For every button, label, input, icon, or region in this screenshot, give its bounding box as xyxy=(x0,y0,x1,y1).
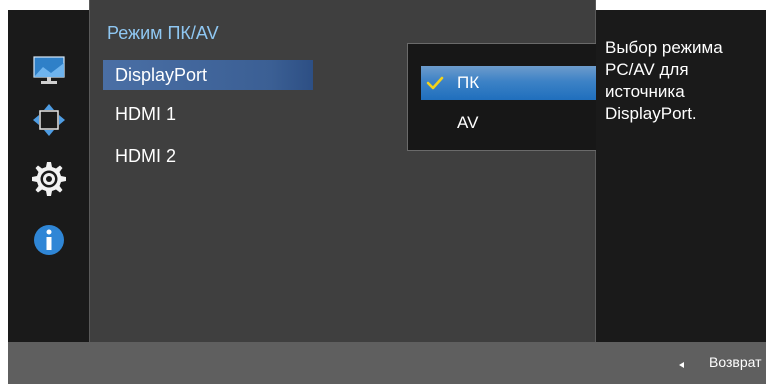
menu-item-hdmi-1[interactable]: HDMI 1 xyxy=(103,99,313,129)
menu-item-label: DisplayPort xyxy=(115,65,208,85)
size-position-icon[interactable] xyxy=(31,102,67,138)
option-label: AV xyxy=(457,113,479,132)
help-description: Выбор режима PC/AV для источника Display… xyxy=(605,38,723,123)
help-panel: Выбор режима PC/AV для источника Display… xyxy=(596,10,766,342)
menu-item-label: HDMI 1 xyxy=(115,104,177,124)
info-icon[interactable] xyxy=(31,222,67,258)
navigation-hint-bar: Возврат xyxy=(8,342,766,384)
settings-gear-icon[interactable] xyxy=(31,161,67,197)
osd-window: Режим ПК/AV DisplayPort HDMI 1 HDMI 2 ПК… xyxy=(0,0,774,384)
panel-title: Режим ПК/AV xyxy=(107,23,219,43)
back-arrow-icon xyxy=(679,362,684,368)
menu-item-displayport[interactable]: DisplayPort xyxy=(103,60,313,90)
checkmark-icon xyxy=(426,76,444,90)
category-sidebar xyxy=(8,10,89,342)
menu-item-label: HDMI 2 xyxy=(115,146,177,166)
picture-mode-panel: Режим ПК/AV DisplayPort HDMI 1 HDMI 2 ПК… xyxy=(89,0,670,350)
option-label: ПК xyxy=(457,73,480,92)
menu-item-hdmi-2[interactable]: HDMI 2 xyxy=(103,141,313,171)
monitor-icon[interactable] xyxy=(31,51,67,87)
back-label[interactable]: Возврат xyxy=(709,354,762,370)
